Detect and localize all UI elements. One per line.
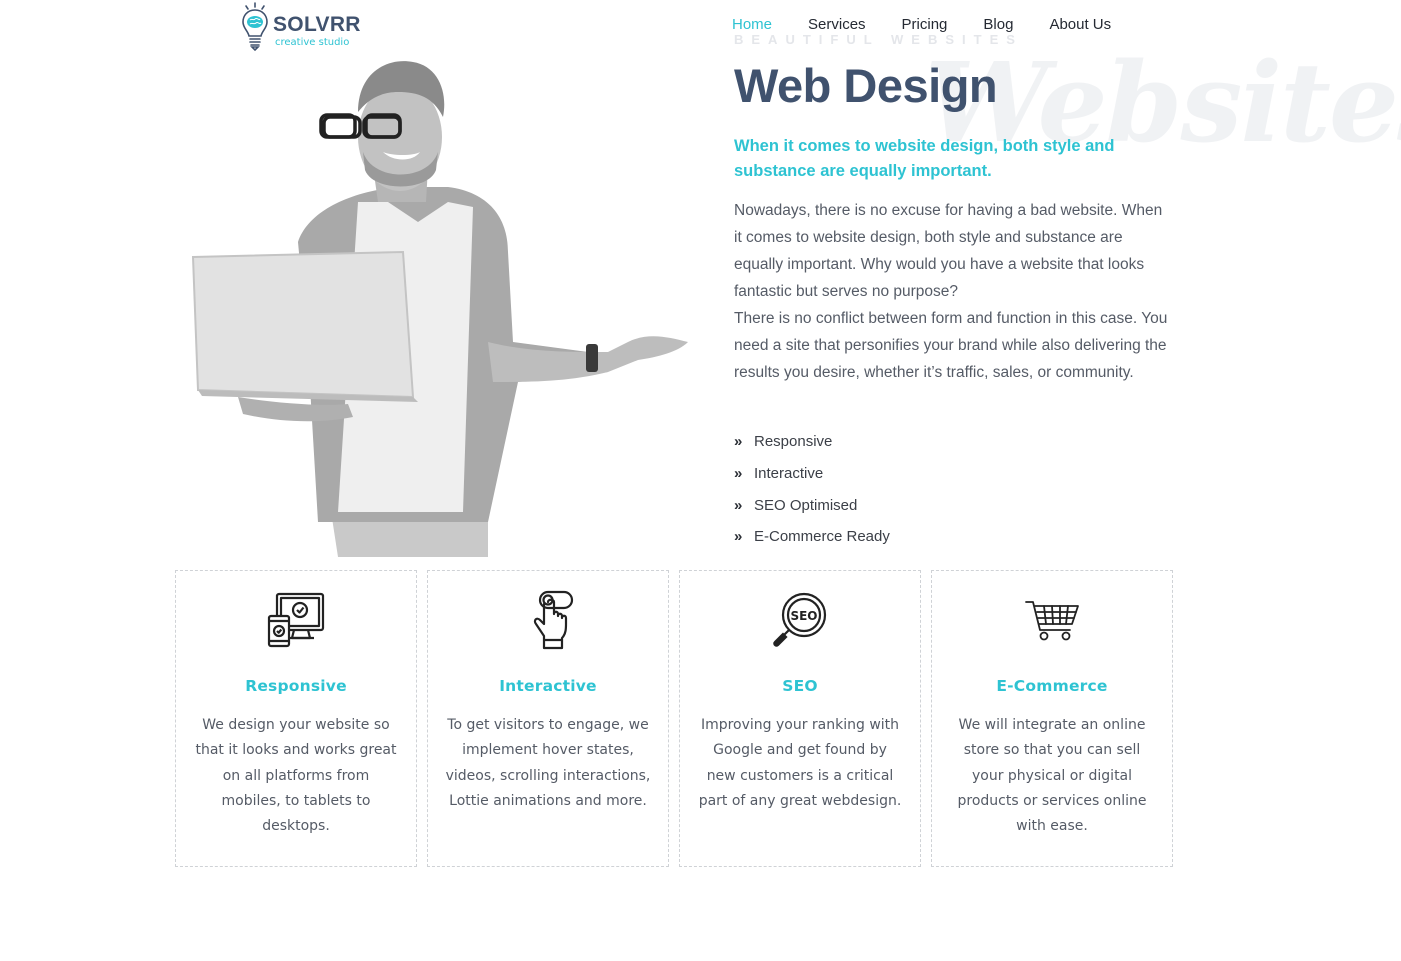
double-chevron-right-icon: » xyxy=(734,528,743,546)
devices-icon xyxy=(267,592,325,648)
list-item: » Responsive xyxy=(734,426,890,458)
card-text: Improving your ranking with Google and g… xyxy=(698,717,902,809)
nav-about-us[interactable]: About Us xyxy=(1049,16,1111,33)
nav-home[interactable]: Home xyxy=(732,16,772,33)
page-title: Web Design xyxy=(734,59,998,112)
touch-hand-icon xyxy=(533,590,574,650)
feature-label: Interactive xyxy=(754,465,824,483)
service-cards: Responsive We design your website so tha… xyxy=(175,570,1173,867)
card-title: Interactive xyxy=(499,677,597,695)
service-card-interactive: Interactive To get visitors to engage, w… xyxy=(427,570,669,867)
card-text: We will integrate an online store so tha… xyxy=(957,717,1147,835)
list-item: » Interactive xyxy=(734,458,890,490)
nav-services[interactable]: Services xyxy=(808,16,866,33)
feature-label: SEO Optimised xyxy=(754,496,858,514)
hero-lead: When it comes to website design, both st… xyxy=(734,137,1115,180)
brand-name: SOLVRR xyxy=(273,13,361,36)
feature-list: » Responsive » Interactive » SEO Optimised … xyxy=(734,426,890,553)
double-chevron-right-icon: » xyxy=(734,433,743,451)
double-chevron-right-icon: » xyxy=(734,496,743,514)
lightbulb-brain-icon xyxy=(242,2,268,52)
brand-tagline: creative studio xyxy=(275,37,350,48)
feature-label: Responsive xyxy=(754,433,833,451)
service-card-seo: SEO SEO Improving your ranking with Goog… xyxy=(679,570,921,867)
card-title: SEO xyxy=(782,677,818,695)
card-text: To get visitors to engage, we implement … xyxy=(445,717,651,809)
list-item: » E-Commerce Ready xyxy=(734,521,890,553)
hero-image-man-with-laptop xyxy=(188,52,698,557)
shopping-cart-icon xyxy=(1025,601,1079,641)
double-chevron-right-icon: » xyxy=(734,465,743,483)
service-card-e-commerce: E-Commerce We will integrate an online s… xyxy=(931,570,1173,867)
card-text: We design your website so that it looks … xyxy=(195,717,397,835)
main-nav: Home Services Pricing Blog About Us xyxy=(732,16,1111,33)
feature-label: E-Commerce Ready xyxy=(754,528,890,546)
hero-paragraph: Nowadays, there is no excuse for having … xyxy=(734,202,1163,300)
nav-pricing[interactable]: Pricing xyxy=(902,16,948,33)
service-card-responsive: Responsive We design your website so tha… xyxy=(175,570,417,867)
list-item: » SEO Optimised xyxy=(734,489,890,521)
hero-paragraph: There is no conflict between form and fu… xyxy=(734,310,1168,381)
nav-blog[interactable]: Blog xyxy=(983,16,1013,33)
hero-overline: BEAUTIFUL WEBSITES xyxy=(734,32,1023,47)
seo-magnifier-icon: SEO xyxy=(773,592,827,647)
hero-body: Nowadays, there is no excuse for having … xyxy=(734,197,1174,386)
card-title: E-Commerce xyxy=(996,677,1108,695)
svg-text:SEO: SEO xyxy=(790,609,817,623)
card-title: Responsive xyxy=(245,677,347,695)
logo[interactable]: SOLVRR creative studio xyxy=(241,2,361,52)
